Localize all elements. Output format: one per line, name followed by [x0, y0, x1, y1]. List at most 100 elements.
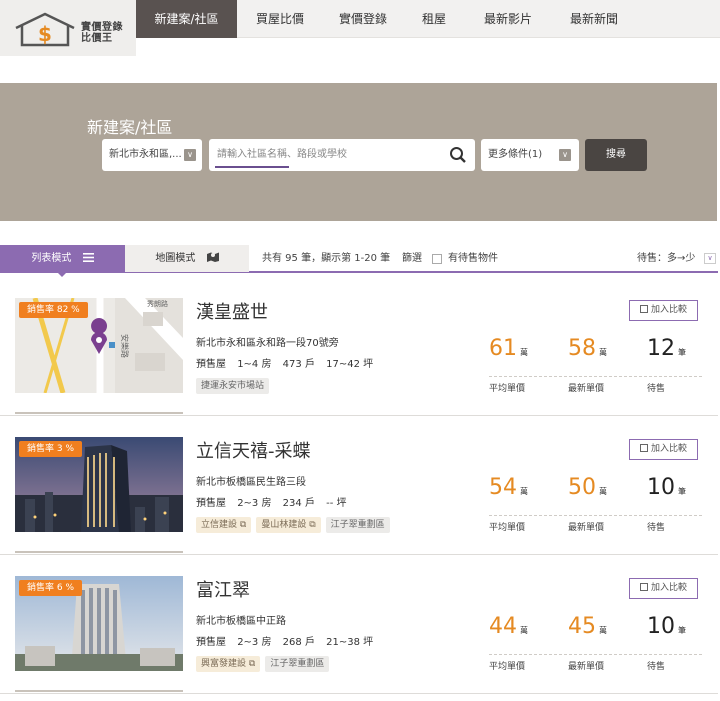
checkbox-icon — [639, 444, 648, 452]
stats-divider — [489, 515, 702, 516]
listing-status: 預售屋 — [196, 359, 226, 370]
region-select-value: 新北市永和區,... — [109, 149, 182, 160]
search-button[interactable]: 搜尋 — [585, 139, 647, 171]
add-compare-label: 加入比較 — [650, 583, 687, 593]
stats-divider — [489, 376, 702, 377]
nav-latest-news[interactable]: 最新新聞 — [551, 0, 637, 38]
listing-title[interactable]: 富江翠 — [196, 576, 250, 602]
add-compare-button[interactable]: 加入比較 — [629, 300, 698, 321]
checkbox-icon — [639, 583, 648, 591]
sales-rate-badge: 銷售率 3 % — [19, 441, 82, 457]
listing-tag[interactable]: 立信建設 ⧉ — [196, 517, 252, 533]
listing-card[interactable]: 銷售率 3 % 立信天禧-采蝶 新北市板橋區民生路三段 預售屋 2~3 房 23… — [0, 437, 718, 555]
price-unit: 萬 — [599, 487, 607, 496]
count-unit: 筆 — [678, 348, 686, 357]
listing-map-thumbnail[interactable]: 安樂路 秀朗路 銷售率 82 % — [15, 298, 183, 393]
latest-price-value: 50 — [568, 475, 596, 500]
listing-tags: 立信建設 ⧉ 曼山林建設 ⧉ 江子翠重劃區 — [196, 517, 390, 533]
listing-address: 新北市板橋區中正路 — [196, 616, 286, 627]
logo-line-2: 比價王 — [81, 33, 113, 44]
add-compare-button[interactable]: 加入比較 — [629, 439, 698, 460]
listing-title[interactable]: 漢皇盛世 — [196, 298, 268, 324]
sort-label[interactable]: 待售：多→少 — [637, 245, 695, 272]
add-compare-button[interactable]: 加入比較 — [629, 578, 698, 599]
map-icon — [206, 252, 219, 262]
nav-latest-videos[interactable]: 最新影片 — [465, 0, 551, 38]
latest-price-stat: 50 萬 — [568, 475, 607, 500]
region-select[interactable]: 新北市永和區,... ∨ — [102, 139, 202, 171]
map-mode-tab[interactable]: 地圖模式 — [125, 245, 249, 272]
filter-label: 篩選 — [402, 253, 422, 264]
listing-photo[interactable]: 銷售率 3 % — [15, 437, 183, 532]
latest-price-stat: 58 萬 — [568, 336, 607, 361]
list-mode-tab[interactable]: 列表模式 — [0, 245, 125, 272]
listing-tag[interactable]: 興富發建設 ⧉ — [196, 656, 261, 672]
active-tab-arrow — [57, 272, 67, 277]
latest-price-value: 58 — [568, 336, 596, 361]
nav-rent[interactable]: 租屋 — [403, 0, 465, 38]
map-street-label: 秀朗路 — [147, 299, 168, 308]
listing-tags: 捷運永安市場站 — [196, 378, 270, 394]
list-mode-label: 列表模式 — [31, 253, 72, 264]
listing-card[interactable]: 安樂路 秀朗路 銷售率 82 % 漢皇盛世 新北市永和區永和路一段70號旁 預售… — [0, 298, 718, 416]
avg-price-value: 54 — [489, 475, 517, 500]
nav-new-projects[interactable]: 新建案/社區 — [136, 0, 237, 38]
listing-size: -- 坪 — [326, 498, 347, 509]
avg-price-label: 平均單價 — [489, 523, 526, 533]
avg-price-stat: 61 萬 — [489, 336, 528, 361]
avg-price-stat: 54 萬 — [489, 475, 528, 500]
for-sale-value: 10 — [647, 475, 675, 500]
count-unit: 筆 — [678, 487, 686, 496]
price-unit: 萬 — [599, 626, 607, 635]
for-sale-checkbox-label[interactable]: 有待售物件 — [448, 245, 498, 272]
more-filters-select[interactable]: 更多條件(1) ∨ — [481, 139, 579, 171]
search-input[interactable]: 請輸入社區名稱、路段或學校 — [209, 139, 475, 171]
price-unit: 萬 — [599, 348, 607, 357]
listing-photo[interactable]: 銷售率 6 % — [15, 576, 183, 671]
latest-price-label: 最新單價 — [568, 384, 605, 394]
logo-line-1: 實價登錄 — [81, 22, 123, 33]
nav-price-records[interactable]: 實價登錄 — [323, 0, 403, 38]
listing-size: 21~38 坪 — [326, 637, 374, 648]
main-nav: 新建案/社區 買屋比價 實價登錄 租屋 最新影片 最新新聞 — [136, 0, 637, 38]
stats-divider — [489, 654, 702, 655]
logo-text: 實價登錄 比價王 — [81, 22, 123, 44]
house-logo-icon: $ — [15, 12, 75, 47]
for-sale-stat: 12 筆 — [647, 336, 686, 361]
logo-dollar-symbol: $ — [38, 22, 52, 46]
listing-tags: 興富發建設 ⧉ 江子翠重劃區 — [196, 656, 330, 672]
site-logo[interactable]: $ 實價登錄 比價王 — [0, 0, 136, 56]
listing-rooms: 2~3 房 — [237, 498, 272, 509]
listing-tag[interactable]: 江子翠重劃區 — [265, 656, 330, 672]
listing-address: 新北市板橋區民生路三段 — [196, 477, 306, 488]
search-title: 新建案/社區 — [87, 118, 173, 137]
chevron-down-icon: ∨ — [559, 149, 571, 161]
sort-chevron-icon[interactable]: ∨ — [704, 253, 716, 264]
listing-status: 預售屋 — [196, 498, 226, 509]
listing-units: 234 戶 — [282, 498, 315, 509]
listing-card[interactable]: 銷售率 6 % 富江翠 新北市板橋區中正路 預售屋 2~3 房 268 戶 21… — [0, 576, 718, 694]
sales-rate-badge: 銷售率 82 % — [19, 302, 88, 318]
external-link-icon: ⧉ — [309, 520, 316, 530]
external-link-icon: ⧉ — [239, 520, 247, 530]
search-input-underline — [215, 166, 289, 168]
listing-meta: 預售屋 2~3 房 268 戶 21~38 坪 — [196, 633, 373, 648]
thumbnail-underline — [15, 551, 183, 553]
listing-status: 預售屋 — [196, 637, 226, 648]
listing-tag[interactable]: 曼山林建設 ⧉ — [256, 517, 321, 533]
listing-tag[interactable]: 捷運永安市場站 — [196, 378, 270, 394]
for-sale-checkbox[interactable] — [432, 254, 442, 264]
for-sale-label: 待售 — [647, 384, 666, 394]
avg-price-value: 61 — [489, 336, 517, 361]
map-mode-label: 地圖模式 — [155, 253, 196, 264]
search-icon[interactable] — [449, 146, 467, 164]
listing-meta: 預售屋 2~3 房 234 戶 -- 坪 — [196, 494, 347, 509]
listing-tag[interactable]: 江子翠重劃區 — [325, 517, 390, 533]
thumbnail-underline — [15, 690, 183, 692]
latest-price-label: 最新單價 — [568, 523, 605, 533]
nav-buy-compare[interactable]: 買屋比價 — [237, 0, 323, 38]
chevron-down-icon: ∨ — [184, 149, 196, 161]
for-sale-stat: 10 筆 — [647, 475, 686, 500]
listing-title[interactable]: 立信天禧-采蝶 — [196, 437, 311, 463]
map-street-label: 安樂路 — [120, 334, 130, 358]
